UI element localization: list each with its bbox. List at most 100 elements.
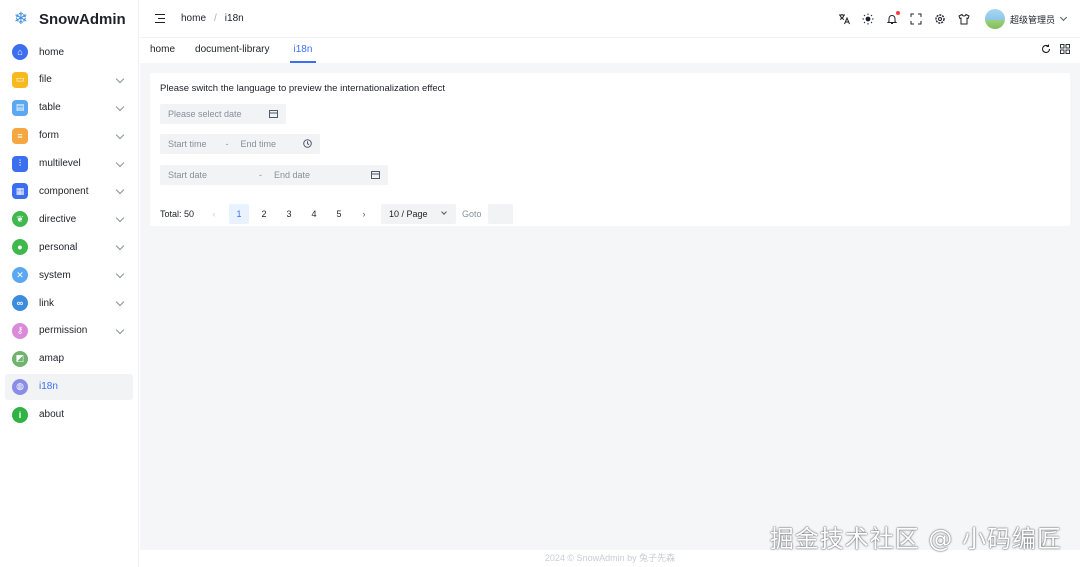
bell-icon[interactable] xyxy=(886,11,900,25)
chevron-down-icon xyxy=(115,130,125,139)
breadcrumb-item-current: i18n xyxy=(224,13,244,24)
breadcrumb-item-home[interactable]: home xyxy=(181,13,206,24)
sidebar-item-label: multilevel xyxy=(39,158,81,170)
sidebar-item-label: i18n xyxy=(39,381,58,393)
page-button-1[interactable]: 1 xyxy=(229,204,250,224)
sidebar: ❄ SnowAdmin ⌂ home ▭ file ▤ table ≡ form ⫶ multil… xyxy=(0,0,139,567)
snowflake-icon: ❄ xyxy=(13,9,29,28)
clock-icon xyxy=(303,139,312,150)
tools-icon: ✕ xyxy=(12,267,28,284)
translate-icon[interactable] xyxy=(838,13,850,25)
watermark: 掘金技术社区 @ 小码编匠 xyxy=(769,525,1062,553)
avatar[interactable] xyxy=(984,9,1005,29)
chevron-down-icon[interactable] xyxy=(1059,13,1068,22)
sidebar-item-label: permission xyxy=(39,325,88,337)
username[interactable]: 超级管理员 xyxy=(1010,13,1055,26)
end-date-input[interactable]: End date xyxy=(274,170,310,180)
chevron-down-icon xyxy=(115,102,125,112)
sidebar-item-label: component xyxy=(39,185,89,197)
chevron-down-icon xyxy=(115,74,125,84)
tab-document-library[interactable]: document-library xyxy=(195,39,269,63)
sidebar-item-label: file xyxy=(39,74,52,86)
tab-home[interactable]: home xyxy=(150,39,175,63)
chevron-down-icon xyxy=(115,241,125,251)
sidebar-item-label: link xyxy=(39,297,55,309)
sidebar-item-link[interactable]: ∞ link xyxy=(5,290,133,316)
chevron-down-icon xyxy=(115,325,125,335)
logo[interactable]: ❄ SnowAdmin xyxy=(0,0,138,38)
page-button-3[interactable]: 3 xyxy=(279,204,299,224)
prev-page-button[interactable]: ‹ xyxy=(204,204,224,224)
tabs-menu-icon[interactable] xyxy=(1060,44,1070,54)
refresh-icon[interactable] xyxy=(1041,44,1051,54)
sidebar-menu: ⌂ home ▭ file ▤ table ≡ form ⫶ multilevel ▦ compone… xyxy=(0,39,138,428)
sidebar-item-label: form xyxy=(39,130,59,142)
sidebar-item-multilevel[interactable]: ⫶ multilevel xyxy=(5,151,133,177)
end-time-input[interactable]: End time xyxy=(241,139,277,149)
sidebar-item-file[interactable]: ▭ file xyxy=(5,67,133,93)
main-content: Please switch the language to preview th… xyxy=(140,63,1080,550)
goto-input[interactable] xyxy=(487,204,513,224)
range-separator: - xyxy=(225,139,229,149)
pagination-total: Total: 50 xyxy=(160,209,195,219)
sidebar-item-i18n[interactable]: ◍ i18n xyxy=(5,373,133,400)
sidebar-item-directive[interactable]: ❦ directive xyxy=(5,206,133,232)
shirt-icon[interactable] xyxy=(958,13,970,25)
page-size-select[interactable]: 10 / Page xyxy=(381,204,457,224)
sidebar-item-component[interactable]: ▦ component xyxy=(5,178,133,204)
calendar-icon xyxy=(269,109,278,120)
table-icon: ▤ xyxy=(12,99,28,116)
sidebar-item-label: about xyxy=(39,409,65,421)
sidebar-item-label: amap xyxy=(39,353,65,365)
i18n-card: Please switch the language to preview th… xyxy=(150,73,1070,226)
breadcrumb-separator: / xyxy=(214,13,217,24)
sidebar-item-label: directive xyxy=(39,213,77,225)
chevron-down-icon xyxy=(115,297,125,307)
sidebar-item-permission[interactable]: ⚷ permission xyxy=(5,318,133,344)
page-button-4[interactable]: 4 xyxy=(304,204,324,224)
hint-text: Please switch the language to preview th… xyxy=(160,83,446,94)
page-button-5[interactable]: 5 xyxy=(329,204,349,224)
pagination: Total: 50 ‹ 1 2 3 4 5 › 10 / Page Goto xyxy=(160,204,513,224)
sidebar-item-form[interactable]: ≡ form xyxy=(5,123,133,149)
chevron-down-icon xyxy=(115,269,125,279)
sidebar-item-personal[interactable]: ● personal xyxy=(5,234,133,260)
sidebar-item-label: personal xyxy=(39,241,78,253)
sliders-icon: ⫶ xyxy=(12,155,28,172)
grid-icon: ▦ xyxy=(12,183,28,200)
sidebar-item-system[interactable]: ✕ system xyxy=(5,262,133,288)
sidebar-item-label: home xyxy=(39,46,65,58)
tab-actions xyxy=(1032,44,1070,54)
header: home / i18n 超级管理员 xyxy=(140,0,1080,38)
fullscreen-icon[interactable] xyxy=(910,13,922,25)
range-separator: - xyxy=(259,170,263,180)
date-picker-placeholder: Please select date xyxy=(168,109,242,119)
key-icon: ⚷ xyxy=(12,322,28,339)
breadcrumb: home / i18n xyxy=(181,13,244,24)
leaf-icon: ❦ xyxy=(12,211,28,228)
start-date-input[interactable]: Start date xyxy=(168,170,207,180)
date-range-picker[interactable]: Start date - End date xyxy=(160,165,388,185)
start-time-input[interactable]: Start time xyxy=(168,139,207,149)
gear-icon[interactable] xyxy=(934,13,946,25)
sidebar-item-about[interactable]: i about xyxy=(5,402,133,428)
map-icon: ◩ xyxy=(12,350,28,367)
notification-dot xyxy=(895,11,900,15)
sidebar-item-home[interactable]: ⌂ home xyxy=(5,39,133,65)
menu-fold-icon[interactable] xyxy=(155,14,165,23)
sun-icon[interactable] xyxy=(862,13,874,25)
tab-i18n[interactable]: i18n xyxy=(289,39,317,63)
sidebar-item-table[interactable]: ▤ table xyxy=(5,95,133,121)
sidebar-item-amap[interactable]: ◩ amap xyxy=(5,346,133,372)
page-button-2[interactable]: 2 xyxy=(254,204,274,224)
planet-icon: ◍ xyxy=(12,378,28,395)
date-picker[interactable]: Please select date xyxy=(160,104,286,124)
user-icon: ● xyxy=(12,239,28,256)
goto-label: Goto xyxy=(462,209,482,219)
tab-bar: home document-library i18n xyxy=(140,39,1080,63)
home-icon: ⌂ xyxy=(12,44,28,60)
next-page-button[interactable]: › xyxy=(354,204,374,224)
chevron-down-icon xyxy=(115,214,125,223)
time-range-picker[interactable]: Start time - End time xyxy=(160,134,320,154)
sidebar-item-label: system xyxy=(39,269,71,281)
